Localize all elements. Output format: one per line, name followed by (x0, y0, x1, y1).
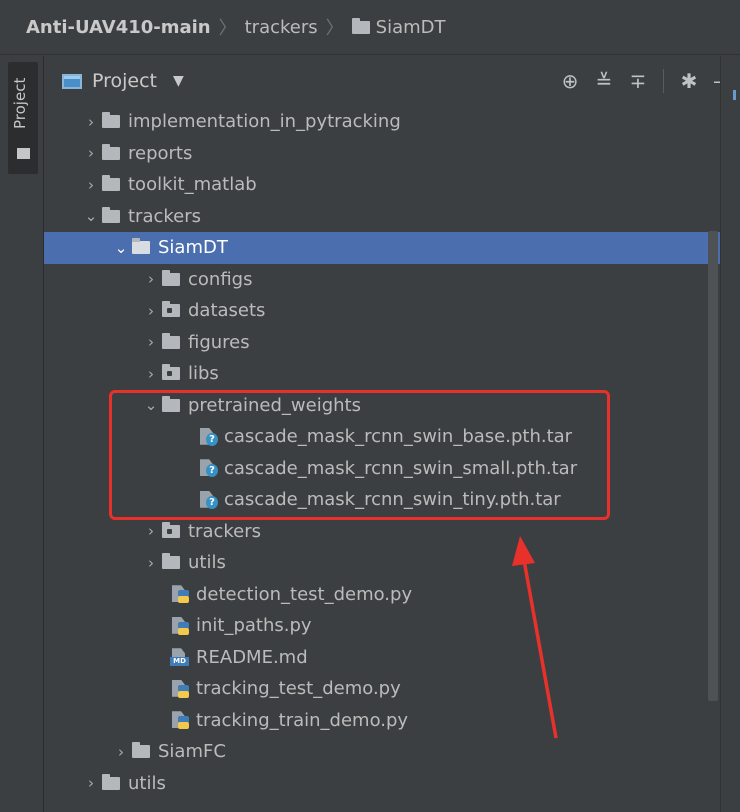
tree-row-toolkit-matlab[interactable]: › toolkit_matlab (44, 169, 720, 201)
tree-row-file[interactable]: tracking_train_demo.py (44, 705, 720, 737)
chevron-right-icon[interactable]: › (140, 554, 162, 572)
breadcrumb-separator: 〉 (218, 18, 237, 39)
left-tool-strip: Project (0, 56, 44, 812)
folder-icon (17, 148, 30, 159)
tree-row-datasets[interactable]: › datasets (44, 295, 720, 327)
folder-icon (102, 112, 120, 129)
project-window-icon (62, 73, 82, 89)
tree-row-label: tracking_test_demo.py (196, 678, 401, 700)
folder-icon (102, 175, 120, 192)
folder-icon (132, 238, 150, 255)
project-tool-tab[interactable]: Project (8, 62, 38, 174)
project-tab-label: Project (11, 77, 29, 129)
python-file-icon (170, 616, 190, 636)
tree-row-trackers[interactable]: ⌄ trackers (44, 201, 720, 233)
tree-row-implementation-in-pytracking[interactable]: › implementation_in_pytracking (44, 106, 720, 138)
chevron-right-icon[interactable]: › (80, 113, 102, 131)
tree-row-label: utils (188, 552, 226, 574)
tree-row-file[interactable]: MD README.md (44, 642, 720, 674)
tree-row-siamdt[interactable]: ⌄ SiamDT (44, 232, 720, 264)
chevron-right-icon[interactable]: › (140, 270, 162, 288)
collapse-all-icon[interactable]: ∓ (621, 69, 655, 93)
tree-row-label: reports (128, 142, 193, 164)
stripe-marker (733, 90, 736, 100)
tree-row-label: init_paths.py (196, 615, 312, 637)
chevron-right-icon[interactable]: › (80, 774, 102, 792)
tree-row-siamfc[interactable]: › SiamFC (44, 736, 720, 768)
python-file-icon (170, 679, 190, 699)
tree-row-label: toolkit_matlab (128, 174, 257, 196)
folder-icon (132, 742, 150, 759)
tree-row-label: implementation_in_pytracking (128, 111, 401, 133)
chevron-right-icon[interactable]: › (140, 333, 162, 351)
tree-row-label: configs (188, 268, 253, 290)
chevron-down-icon[interactable]: ▼ (173, 73, 184, 89)
folder-icon (102, 143, 120, 160)
breadcrumb-separator: 〉 (325, 18, 344, 39)
folder-icon (102, 206, 120, 223)
tree-row-utils[interactable]: › utils (44, 768, 720, 800)
breadcrumb-root[interactable]: Anti-UAV410-main (26, 17, 211, 38)
tree-row-reports[interactable]: › reports (44, 138, 720, 170)
chevron-right-icon[interactable]: › (140, 302, 162, 320)
locate-icon[interactable]: ⊕ (553, 69, 587, 93)
chevron-right-icon[interactable]: › (140, 365, 162, 383)
breadcrumb-siamdt[interactable]: SiamDT (376, 17, 446, 38)
folder-icon (162, 553, 180, 570)
package-folder-icon (162, 301, 180, 318)
annotation-highlight-box (109, 390, 610, 520)
tree-row-file[interactable]: tracking_test_demo.py (44, 673, 720, 705)
chevron-right-icon[interactable]: › (140, 522, 162, 540)
folder-icon (102, 773, 120, 790)
tree-row-label: SiamDT (158, 237, 228, 259)
tree-row-label: datasets (188, 300, 266, 322)
breadcrumb-trackers[interactable]: trackers (245, 17, 318, 38)
tree-row-label: README.md (196, 646, 308, 668)
chevron-down-icon[interactable]: ⌄ (80, 207, 102, 225)
chevron-right-icon[interactable]: › (110, 743, 132, 761)
tree-row-label: tracking_train_demo.py (196, 709, 409, 731)
breadcrumb: Anti-UAV410-main 〉 trackers 〉 SiamDT (0, 0, 740, 55)
package-folder-icon (162, 521, 180, 538)
package-folder-icon (162, 364, 180, 381)
chevron-right-icon[interactable]: › (80, 144, 102, 162)
tree-row-utils-sub[interactable]: › utils (44, 547, 720, 579)
tree-row-label: libs (188, 363, 219, 385)
vertical-scrollbar[interactable] (708, 231, 718, 701)
chevron-right-icon[interactable]: › (80, 176, 102, 194)
tree-row-libs[interactable]: › libs (44, 358, 720, 390)
toolbar-divider (663, 69, 664, 93)
tree-row-label: SiamFC (158, 741, 226, 763)
folder-icon (351, 17, 370, 34)
tree-row-label: detection_test_demo.py (196, 583, 413, 605)
tree-row-label: figures (188, 331, 250, 353)
tree-row-label: trackers (188, 520, 262, 542)
tree-row-label: utils (128, 772, 166, 794)
tree-row-file[interactable]: detection_test_demo.py (44, 579, 720, 611)
tree-row-trackers-sub[interactable]: › trackers (44, 516, 720, 548)
project-view-title[interactable]: Project (92, 70, 157, 92)
expand-all-icon[interactable]: ≚ (587, 69, 621, 93)
folder-icon (162, 269, 180, 286)
tree-row-file[interactable]: init_paths.py (44, 610, 720, 642)
project-panel-header: Project ▼ ⊕ ≚ ∓ ✱ — (44, 56, 740, 106)
tree-row-label: trackers (128, 205, 202, 227)
tree-row-figures[interactable]: › figures (44, 327, 720, 359)
markdown-file-icon: MD (170, 647, 190, 667)
tree-row-configs[interactable]: › configs (44, 264, 720, 296)
python-file-icon (170, 710, 190, 730)
right-tool-strip (720, 56, 740, 812)
folder-icon (162, 332, 180, 349)
gear-icon[interactable]: ✱ (672, 69, 706, 93)
python-file-icon (170, 584, 190, 604)
chevron-down-icon[interactable]: ⌄ (110, 239, 132, 257)
